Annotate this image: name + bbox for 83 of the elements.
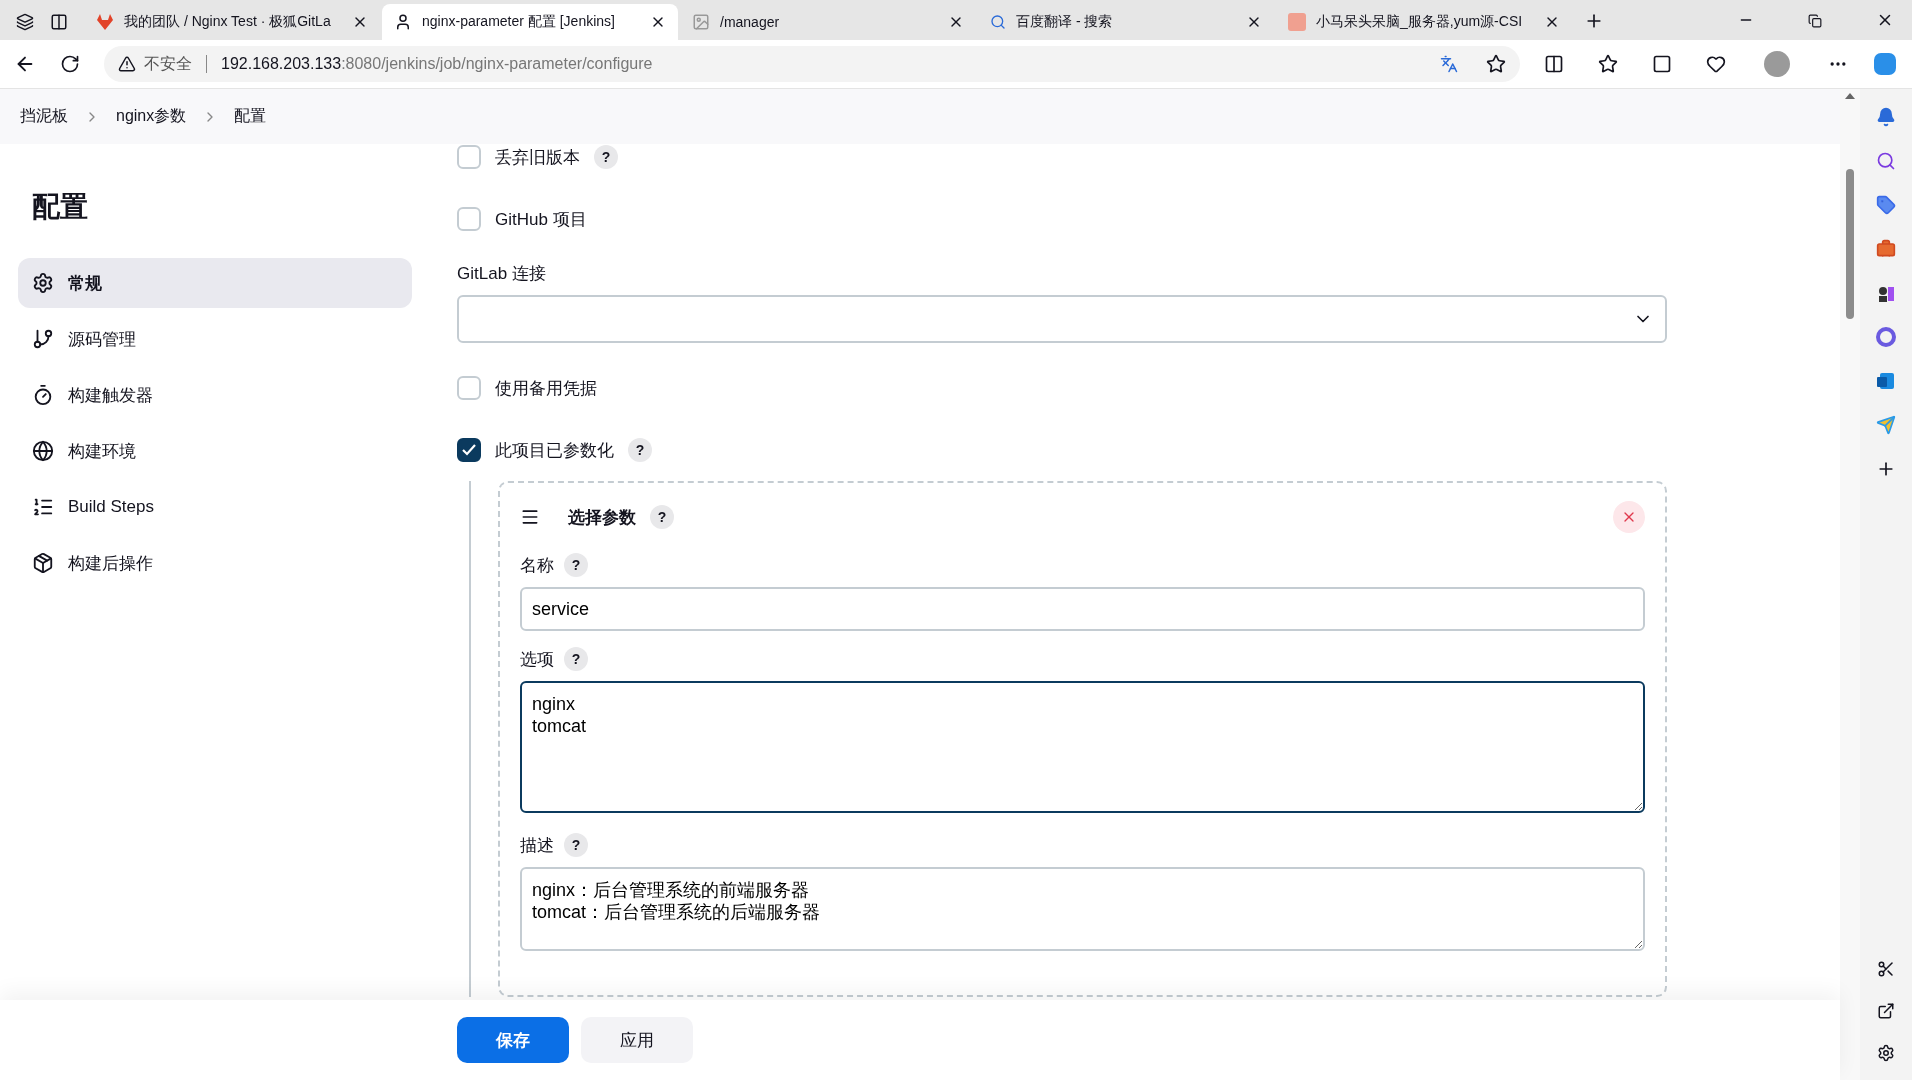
scroll-up-icon[interactable] (1845, 93, 1855, 99)
field-label: 描述 (520, 834, 554, 857)
check-icon (462, 444, 476, 456)
checkbox-label: 此项目已参数化 (495, 439, 614, 462)
tab-actions-icon[interactable] (16, 13, 34, 31)
reload-icon[interactable] (60, 54, 80, 74)
help-button[interactable]: ? (650, 505, 674, 529)
gear-icon (32, 272, 54, 294)
help-button[interactable]: ? (594, 145, 618, 169)
address-bar[interactable]: 不安全 192.168.203.133:8080/jenkins/job/nginx-parameter/configure (104, 46, 1520, 82)
collections-icon[interactable] (1652, 54, 1672, 74)
apply-button[interactable]: 应用 (581, 1017, 693, 1063)
image-icon (692, 13, 710, 31)
restore-icon[interactable] (1808, 14, 1822, 28)
search-icon[interactable] (1876, 151, 1896, 171)
star-icon[interactable] (1486, 54, 1506, 74)
sidebar-label: 构建环境 (68, 440, 136, 463)
fox-icon (96, 13, 114, 31)
checkbox-label: GitHub 项目 (495, 208, 587, 231)
scrollbar-thumb[interactable] (1846, 169, 1854, 319)
field-label: 选项 (520, 648, 554, 671)
browser-tab[interactable]: nginx-parameter 配置 [Jenkins] (382, 4, 678, 40)
open-external-icon[interactable] (1877, 1002, 1895, 1020)
browser-tab[interactable]: /manager (680, 4, 976, 40)
drag-handle-icon[interactable] (520, 507, 540, 527)
breadcrumb-link[interactable]: 挡泥板 (20, 106, 68, 127)
save-button[interactable]: 保存 (457, 1017, 569, 1063)
sidebar-label: 常规 (68, 272, 102, 295)
field-label: GitLab 连接 (457, 263, 547, 285)
help-button[interactable]: ? (564, 647, 588, 671)
avatar-icon[interactable] (1764, 51, 1790, 77)
package-icon (32, 552, 54, 574)
screenshot-icon[interactable] (1877, 960, 1895, 978)
ring-logo-icon[interactable] (1876, 327, 1896, 347)
card-title: 选择参数 (568, 506, 636, 529)
sidebar-item[interactable]: Build Steps (18, 482, 412, 532)
sidebar-item[interactable]: 构建环境 (18, 426, 412, 476)
health-icon[interactable] (1706, 54, 1726, 74)
warning-icon (118, 55, 136, 73)
sidebar-label: 源码管理 (68, 328, 136, 351)
sidebar-item[interactable]: 构建后操作 (18, 538, 412, 588)
sidebar-label: 构建触发器 (68, 384, 153, 407)
checkbox[interactable] (457, 438, 481, 462)
split-screen-icon[interactable] (1544, 54, 1564, 74)
url-text: 192.168.203.133:8080/jenkins/job/nginx-parameter/configure (206, 55, 653, 73)
translate-icon[interactable] (1440, 55, 1458, 73)
toolbox-icon[interactable] (1876, 239, 1896, 259)
breadcrumb-link[interactable]: nginx参数 (116, 106, 187, 127)
list-icon (32, 496, 54, 518)
page-title: 配置 (32, 190, 89, 224)
settings-icon[interactable] (1877, 1044, 1895, 1062)
checkbox-label: 使用备用凭据 (495, 377, 597, 400)
tag-icon[interactable] (1876, 195, 1896, 215)
select-field[interactable] (457, 295, 1667, 343)
help-button[interactable]: ? (564, 833, 588, 857)
text-area[interactable]: nginx：后台管理系统的前端服务器 tomcat：后台管理系统的后端服务器 (520, 867, 1645, 951)
bell-icon[interactable] (1876, 107, 1896, 127)
help-button[interactable]: ? (564, 553, 588, 577)
favorites-icon[interactable] (1598, 54, 1618, 74)
text-area[interactable]: nginx tomcat (520, 681, 1645, 813)
name-input[interactable]: service (520, 587, 1645, 631)
globe-icon (32, 440, 54, 462)
browser-tab[interactable]: 小马呆头呆脑_服务器,yum源-CSI (1276, 4, 1572, 40)
breadcrumb-link[interactable]: 配置 (234, 106, 267, 127)
checkbox-label: 丢弃旧版本 (495, 146, 580, 169)
search-icon (990, 14, 1006, 30)
vertical-tabs-icon[interactable] (50, 13, 68, 31)
browser-tab[interactable]: 我的团队 / Nginx Test · 极狐GitLa (84, 4, 380, 40)
copilot-icon[interactable] (1872, 51, 1898, 77)
sidebar-label: 构建后操作 (68, 552, 153, 575)
browser-tab[interactable]: 百度翻译 - 搜索 (978, 4, 1274, 40)
branch-icon (32, 328, 54, 350)
person-icon (394, 13, 412, 31)
sidebar-label: Build Steps (68, 497, 154, 517)
sidebar-item[interactable]: 源码管理 (18, 314, 412, 364)
paper-plane-icon[interactable] (1876, 415, 1896, 435)
help-button[interactable]: ? (628, 438, 652, 462)
timer-icon (32, 384, 54, 406)
field-label: 名称 (520, 554, 554, 577)
tile-icon (1288, 13, 1306, 31)
sidebar-item[interactable]: 构建触发器 (18, 370, 412, 420)
sidebar-item[interactable]: 常规 (18, 258, 412, 308)
security-warning: 不安全 (144, 53, 192, 74)
